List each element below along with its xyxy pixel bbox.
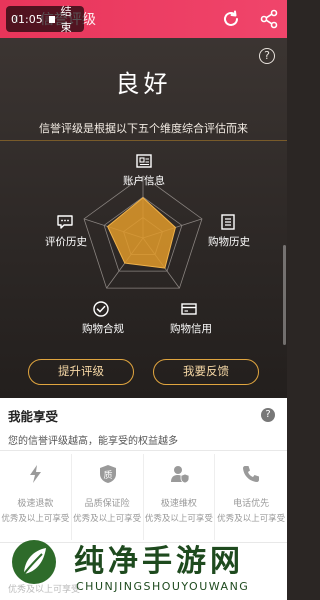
improve-rating-button[interactable]: 提升评级 <box>28 359 134 385</box>
dimension-account-label: 账户信息 <box>123 175 165 187</box>
benefit-condition: 优秀及以上可享受 <box>1 514 70 524</box>
screen-recording-indicator[interactable]: 01:05 结束 <box>6 5 84 34</box>
rating-description: 信誉评级是根据以下五个维度综合评估而来 <box>39 122 248 135</box>
recording-time: 01:05 <box>11 12 43 26</box>
dimension-credit-label: 购物信用 <box>170 323 212 335</box>
leaf-logo <box>12 540 56 584</box>
benefits-title: 我能享受 <box>8 409 59 424</box>
benefits-grid: 极速退款 优秀及以上可享受 质 品质保证险 优秀及以上可享受 极速维权 优秀及以… <box>0 454 287 540</box>
benefit-condition: 优秀及以上可享受 <box>144 514 213 524</box>
dimension-review-history-label: 评价历史 <box>45 236 87 248</box>
benefit-condition: 优秀及以上可享受 <box>217 514 286 524</box>
benefit-item[interactable]: 电话优先 优秀及以上可享受 <box>215 454 287 540</box>
benefit-name: 极速退款 <box>17 499 54 509</box>
credit-card-icon <box>181 303 197 315</box>
radar-score-area <box>107 197 176 269</box>
lightning-icon <box>30 465 41 483</box>
user-shield-icon <box>170 466 189 484</box>
refresh-icon[interactable] <box>220 8 242 30</box>
benefits-help-icon[interactable]: ? <box>261 408 275 422</box>
watermark-subtitle: CHUNJINGSHOUYOUWANG <box>76 580 250 593</box>
scrollbar[interactable] <box>283 245 286 345</box>
help-icon[interactable]: ? <box>259 48 275 64</box>
site-watermark: 纯净手游网 CHUNJINGSHOUYOUWANG <box>4 536 284 598</box>
benefit-name: 极速维权 <box>160 499 197 509</box>
benefit-item[interactable]: 质 品质保证险 优秀及以上可享受 <box>72 454 144 540</box>
dimension-compliance-label: 购物合规 <box>82 323 124 335</box>
dimension-purchase-history-label: 购物历史 <box>208 236 250 248</box>
watermark-title: 纯净手游网 <box>74 544 244 579</box>
feedback-button[interactable]: 我要反馈 <box>153 359 259 385</box>
share-icon[interactable] <box>258 8 280 30</box>
rating-panel: ‹ 信誉评级 01:05 结束 ? 良好 信誉评级是根据以下五个维度综合评估而来… <box>0 0 287 398</box>
phone-icon <box>243 466 260 482</box>
benefits-subtitle: 您的信誉评级越高，能享受的权益越多 <box>8 436 178 447</box>
rating-level: 良好 <box>115 70 172 98</box>
benefit-item[interactable]: 极速退款 优秀及以上可享受 <box>0 454 72 540</box>
document-list-icon <box>221 214 235 230</box>
benefit-item[interactable]: 极速维权 优秀及以上可享受 <box>144 454 216 540</box>
recording-stop-label: 结束 <box>60 5 72 34</box>
benefit-name: 品质保证险 <box>84 499 130 509</box>
svg-text:质: 质 <box>103 469 112 481</box>
benefit-name: 电话优先 <box>233 499 270 509</box>
benefit-condition: 优秀及以上可享受 <box>73 514 142 524</box>
stop-icon <box>48 15 55 23</box>
quality-shield-icon: 质 <box>99 465 116 483</box>
check-circle-icon <box>93 301 109 317</box>
id-card-icon <box>136 154 152 168</box>
comment-icon <box>57 215 73 229</box>
divider <box>0 450 287 451</box>
